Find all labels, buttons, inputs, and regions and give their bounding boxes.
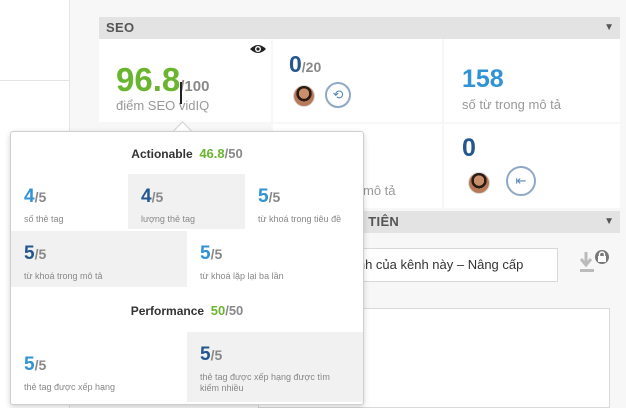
performance-score: 50 xyxy=(210,303,226,318)
description-words-label: số từ trong mô tả xyxy=(462,97,562,112)
avatar xyxy=(468,172,490,194)
metric-value: 4 xyxy=(141,186,152,207)
metric-value: 4 xyxy=(24,186,35,207)
performance-total: /50 xyxy=(225,303,244,318)
tag-count-max: /20 xyxy=(301,59,322,75)
metric-value: 5 xyxy=(24,243,35,264)
performance-title: Performance xyxy=(130,304,205,318)
metric-denominator: /5 xyxy=(268,189,281,205)
eye-icon[interactable] xyxy=(249,42,267,60)
metric-value: 5 xyxy=(200,243,211,264)
chevron-down-icon[interactable]: ▼ xyxy=(604,17,614,39)
row2-middle-label: mô tả xyxy=(363,183,396,198)
upgrade-banner[interactable]: bình của kênh này – Nâng cấp xyxy=(338,248,558,282)
metric-denominator: /5 xyxy=(34,246,47,262)
description-words-card: 158 số từ trong mô tả xyxy=(444,39,620,122)
metric-value: 5 xyxy=(24,354,35,375)
metric-tag-volume: 4/5 lượng thẻ tag xyxy=(128,174,245,229)
seo-score-value: 96.8 xyxy=(116,61,181,98)
metric-label: thẻ tag được xếp hạng xyxy=(24,382,115,392)
metric-label: số thẻ tag xyxy=(24,214,64,224)
actionable-score: 46.8 xyxy=(199,146,225,161)
tag-count-value: 0 xyxy=(289,51,302,77)
text-cursor-icon xyxy=(180,82,182,104)
metric-label: từ khoá lặp lại ba lần xyxy=(200,271,284,281)
download-lock-icon[interactable] xyxy=(578,250,612,281)
metric-tag-count: 4/5 số thẻ tag xyxy=(11,174,128,229)
avatar xyxy=(293,85,315,107)
chevron-down-icon[interactable]: ▼ xyxy=(604,211,614,233)
description-words-value: 158 xyxy=(462,65,504,93)
metric-ranked-tags: 5/5 thẻ tag được xếp hạng xyxy=(11,332,187,398)
metric-value: 5 xyxy=(258,186,269,207)
metric-ranked-tags-high-search: 5/5 thẻ tag được xếp hạng được tìm kiếm … xyxy=(187,332,363,402)
metric-label: từ khoá trong mô tả xyxy=(24,271,103,281)
link-icon[interactable]: ⟲ xyxy=(325,82,351,108)
actionable-total: /50 xyxy=(224,146,243,161)
performance-heading: Performance 50/50 xyxy=(11,303,363,318)
metric-denominator: /5 xyxy=(210,347,223,363)
seo-score-label: điểm SEO vidIQ xyxy=(116,98,210,113)
user-add-icon[interactable]: ⇤ xyxy=(506,166,536,196)
row2-card-right: 0 ⇤ xyxy=(444,124,620,208)
seo-score-max: /100 xyxy=(180,78,210,95)
seo-section-header[interactable]: SEO ▼ xyxy=(99,17,620,39)
metric-label: lượng thẻ tag xyxy=(141,214,195,224)
metric-denominator: /5 xyxy=(34,189,47,205)
metric-denominator: /5 xyxy=(151,189,164,205)
metric-keyword-repeated: 5/5 từ khoá lặp lại ba lần xyxy=(187,231,363,287)
metric-keyword-in-description: 5/5 từ khoá trong mô tả xyxy=(11,231,187,287)
metric-label: thẻ tag được xếp hạng được tìm kiếm nhiề… xyxy=(200,372,330,393)
tag-count-card: 0/20 ⟲ xyxy=(273,39,442,122)
metric-label: từ khoá trong tiêu đề xyxy=(258,214,342,224)
metric-keyword-in-title: 5/5 từ khoá trong tiêu đề xyxy=(245,174,363,229)
row2-right-value: 0 xyxy=(462,134,476,162)
seo-score-card: 96.8/100 điểm SEO vidIQ xyxy=(99,39,271,122)
actionable-heading: Actionable 46.8/50 xyxy=(11,146,363,161)
seo-score-breakdown-popover: Actionable 46.8/50 4/5 số thẻ tag 4/5 lư… xyxy=(10,131,364,405)
metric-value: 5 xyxy=(200,344,211,365)
left-pane-divider xyxy=(0,80,70,81)
actionable-title: Actionable xyxy=(131,147,193,161)
seo-section-title: SEO xyxy=(106,20,135,35)
metric-denominator: /5 xyxy=(210,246,223,262)
metric-denominator: /5 xyxy=(34,357,47,373)
